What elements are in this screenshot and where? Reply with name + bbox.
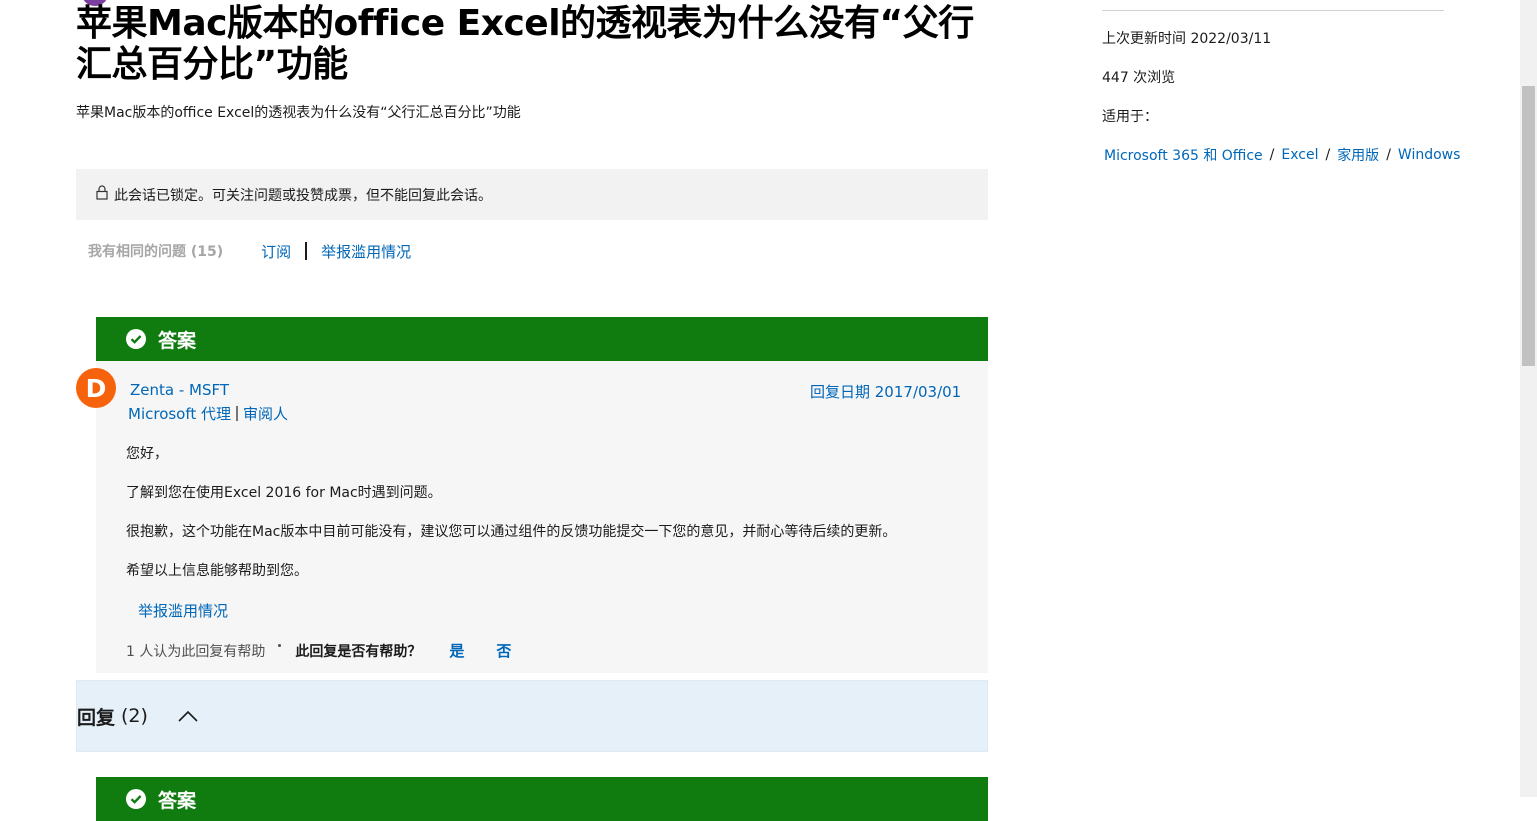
action-divider [305, 242, 308, 260]
sidebar-divider [1102, 10, 1444, 11]
answer-paragraph: 了解到您在使用Excel 2016 for Mac时遇到问题。 [126, 485, 442, 501]
role-reviewer-link[interactable]: 审阅人 [243, 403, 288, 424]
report-abuse-link[interactable]: 举报滥用情况 [321, 241, 411, 262]
reply-date-link[interactable]: 回复日期 2017/03/01 [810, 381, 961, 402]
author-roles: Microsoft 代理 审阅人 [128, 403, 288, 424]
tag-home-edition[interactable]: 家用版 [1337, 145, 1379, 165]
helpful-row: 1 人认为此回复有帮助 此回复是否有帮助？ 是 否 [126, 640, 511, 661]
tag-separator: / [1269, 147, 1275, 163]
role-divider [236, 406, 239, 421]
answer-paragraph: 希望以上信息能够帮助到您。 [126, 563, 308, 579]
separator-dot [278, 644, 282, 647]
answer-paragraph: 您好， [126, 446, 168, 462]
same-question-button[interactable]: 我有相同的问题 (15) [88, 241, 223, 261]
tag-windows[interactable]: Windows [1398, 147, 1461, 163]
avatar[interactable]: D [76, 368, 116, 408]
scrollbar-thumb[interactable] [1522, 86, 1535, 366]
last-updated: 上次更新时间 2022/03/11 [1102, 31, 1272, 47]
page-title: 苹果Mac版本的office Excel的透视表为什么没有“父行汇总百分比”功能 [76, 3, 974, 85]
check-circle-icon [126, 329, 146, 349]
answer-banner-2: 答案 [96, 777, 988, 821]
helpful-question: 此回复是否有帮助？ [295, 643, 422, 660]
helpful-yes-button[interactable]: 是 [449, 640, 464, 661]
helpful-count: 1 人认为此回复有帮助 [126, 643, 266, 660]
check-circle-icon [126, 789, 146, 809]
tag-separator: / [1325, 147, 1331, 163]
answer-report-abuse-link[interactable]: 举报滥用情况 [138, 600, 228, 621]
question-body: 苹果Mac版本的office Excel的透视表为什么没有“父行汇总百分比”功能 [76, 105, 521, 121]
locked-notice-text: 此会话已锁定。可关注问题或投赞成票，但不能回复此会话。 [114, 187, 492, 204]
lock-icon [96, 185, 108, 200]
helpful-no-button[interactable]: 否 [496, 640, 511, 661]
answer-paragraph: 很抱歉，这个功能在Mac版本中目前可能没有，建议您可以通过组件的反馈功能提交一下… [126, 524, 897, 540]
author-name[interactable]: Zenta - MSFT [130, 381, 229, 399]
role-agent-link[interactable]: Microsoft 代理 [128, 403, 231, 424]
answer-banner-2-label: 答案 [158, 789, 197, 812]
applies-to-tags: Microsoft 365 和 Office / Excel / 家用版 / W… [1104, 145, 1460, 165]
tag-excel[interactable]: Excel [1281, 147, 1318, 163]
chevron-up-icon[interactable] [178, 710, 198, 722]
locked-notice: 此会话已锁定。可关注问题或投赞成票，但不能回复此会话。 [76, 169, 988, 220]
view-count: 447 次浏览 [1102, 70, 1176, 86]
subscribe-link[interactable]: 订阅 [261, 241, 291, 262]
tag-microsoft-365[interactable]: Microsoft 365 和 Office [1104, 145, 1263, 165]
replies-count: (2) [121, 705, 148, 727]
answer-banner-label: 答案 [158, 329, 197, 352]
answer-banner: 答案 [96, 317, 988, 361]
tag-separator: / [1386, 147, 1391, 163]
applies-to-label: 适用于： [1102, 109, 1158, 125]
question-actions: 我有相同的问题 (15) 订阅 举报滥用情况 [88, 241, 411, 261]
replies-toggle[interactable]: 回复 (2) [76, 680, 988, 752]
replies-label: 回复 [77, 706, 116, 729]
